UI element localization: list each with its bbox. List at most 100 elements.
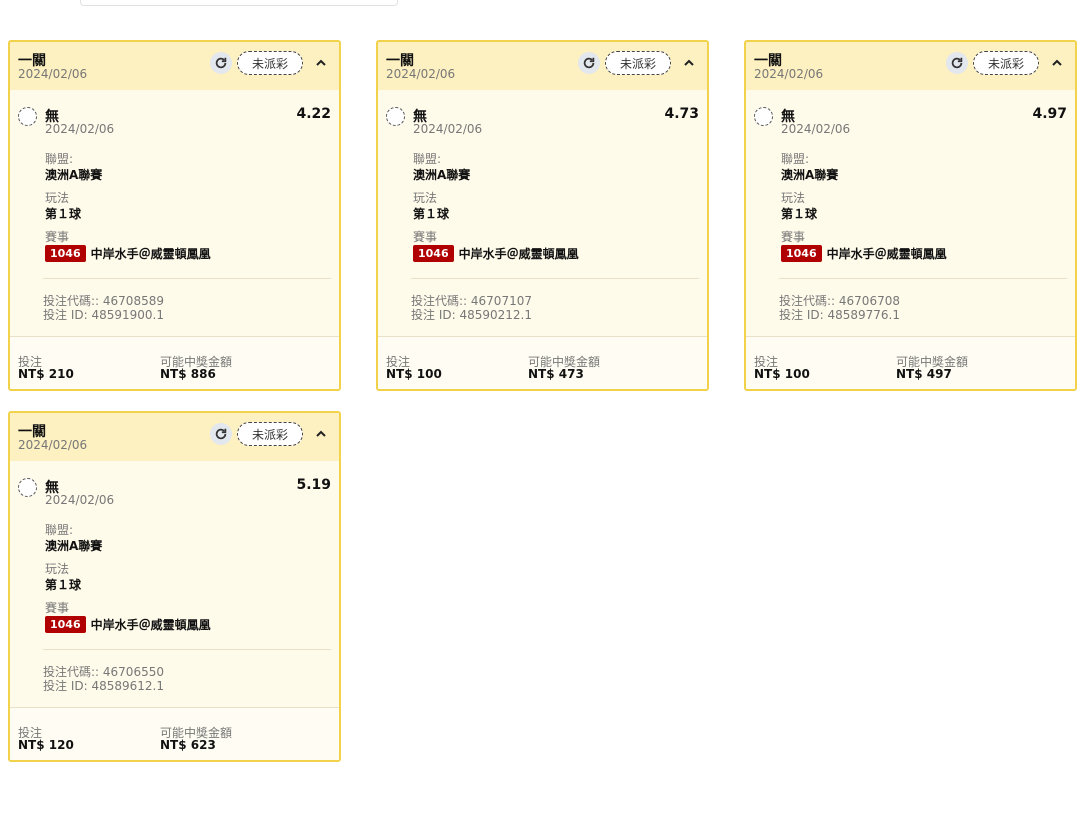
divider: [779, 278, 1067, 279]
bet-card-header: 一關 2024/02/06 未派彩: [10, 413, 339, 461]
selection-date: 2024/02/06: [45, 493, 115, 507]
event-id-badge: 1046: [781, 245, 822, 262]
event-name: 中岸水手＠威靈頓鳳凰: [90, 618, 211, 632]
potential-win-value: NT$ 623: [160, 738, 216, 752]
league-value: 澳洲A聯賽: [45, 539, 103, 553]
bet-card: 一關 2024/02/06 未派彩 無 4.73 2024/02/06 聯盟: …: [376, 40, 709, 391]
event-label: 賽事: [45, 230, 70, 244]
collapse-button[interactable]: [310, 52, 332, 74]
bet-card-body: 無 4.73 2024/02/06 聯盟: 澳洲A聯賽 玩法 第１球 賽事 10…: [378, 90, 707, 336]
bet-card-footer: 投注 NT$ 120 可能中獎金額 NT$ 623: [10, 707, 339, 760]
bet-id: 投注 ID: 48590212.1: [411, 308, 532, 322]
status-badge: 未派彩: [237, 422, 303, 446]
play-type-label: 玩法: [45, 191, 70, 205]
selection-radio[interactable]: [386, 107, 405, 126]
status-badge: 未派彩: [973, 51, 1039, 75]
search-input[interactable]: [80, 0, 398, 6]
collapse-button[interactable]: [678, 52, 700, 74]
potential-win-value: NT$ 497: [896, 367, 952, 381]
stake-value: NT$ 120: [18, 738, 74, 752]
play-type-label: 玩法: [781, 191, 806, 205]
bet-card-footer: 投注 NT$ 100 可能中獎金額 NT$ 497: [746, 336, 1075, 389]
stake-value: NT$ 210: [18, 367, 74, 381]
refresh-icon: [583, 57, 595, 69]
league-label: 聯盟:: [45, 152, 74, 166]
refresh-button[interactable]: [210, 423, 232, 445]
bet-date: 2024/02/06: [754, 67, 824, 81]
selection-radio[interactable]: [754, 107, 773, 126]
bet-id: 投注 ID: 48589612.1: [43, 679, 164, 693]
collapse-button[interactable]: [310, 423, 332, 445]
collapse-button[interactable]: [1046, 52, 1068, 74]
league-value: 澳洲A聯賽: [45, 168, 103, 182]
bet-card: 一關 2024/02/06 未派彩 無 5.19 2024/02/06 聯盟: …: [8, 411, 341, 762]
refresh-icon: [951, 57, 963, 69]
selection-date: 2024/02/06: [781, 122, 851, 136]
play-type-value: 第１球: [45, 207, 82, 221]
stake-value: NT$ 100: [386, 367, 442, 381]
chevron-up-icon: [316, 430, 326, 437]
odds-value: 4.22: [296, 106, 331, 122]
odds-value: 5.19: [296, 477, 331, 493]
stake-value: NT$ 100: [754, 367, 810, 381]
bet-card-body: 無 4.97 2024/02/06 聯盟: 澳洲A聯賽 玩法 第１球 賽事 10…: [746, 90, 1075, 336]
refresh-icon: [215, 57, 227, 69]
refresh-button[interactable]: [946, 52, 968, 74]
league-label: 聯盟:: [413, 152, 442, 166]
league-value: 澳洲A聯賽: [413, 168, 471, 182]
status-badge: 未派彩: [605, 51, 671, 75]
bet-card-body: 無 4.22 2024/02/06 聯盟: 澳洲A聯賽 玩法 第１球 賽事 10…: [10, 90, 339, 336]
event-label: 賽事: [413, 230, 438, 244]
divider: [43, 278, 331, 279]
event-row: 1046 中岸水手＠威靈頓鳳凰: [45, 245, 211, 262]
event-name: 中岸水手＠威靈頓鳳凰: [90, 247, 211, 261]
bet-date: 2024/02/06: [18, 67, 88, 81]
divider: [411, 278, 699, 279]
event-id-badge: 1046: [45, 245, 86, 262]
refresh-button[interactable]: [578, 52, 600, 74]
event-id-badge: 1046: [413, 245, 454, 262]
status-badge: 未派彩: [237, 51, 303, 75]
potential-win-value: NT$ 473: [528, 367, 584, 381]
event-row: 1046 中岸水手＠威靈頓鳳凰: [413, 245, 579, 262]
event-label: 賽事: [45, 601, 70, 615]
refresh-icon: [215, 428, 227, 440]
league-value: 澳洲A聯賽: [781, 168, 839, 182]
odds-value: 4.73: [664, 106, 699, 122]
chevron-up-icon: [1052, 59, 1062, 66]
event-row: 1046 中岸水手＠威靈頓鳳凰: [781, 245, 947, 262]
event-label: 賽事: [781, 230, 806, 244]
event-id-badge: 1046: [45, 616, 86, 633]
bet-date: 2024/02/06: [386, 67, 456, 81]
chevron-up-icon: [316, 59, 326, 66]
selection-radio[interactable]: [18, 107, 37, 126]
event-name: 中岸水手＠威靈頓鳳凰: [458, 247, 579, 261]
bet-card-footer: 投注 NT$ 100 可能中獎金額 NT$ 473: [378, 336, 707, 389]
bet-card-footer: 投注 NT$ 210 可能中獎金額 NT$ 886: [10, 336, 339, 389]
bet-date: 2024/02/06: [18, 438, 88, 452]
event-row: 1046 中岸水手＠威靈頓鳳凰: [45, 616, 211, 633]
play-type-label: 玩法: [413, 191, 438, 205]
odds-value: 4.97: [1032, 106, 1067, 122]
bet-card-header: 一關 2024/02/06 未派彩: [378, 42, 707, 90]
selection-date: 2024/02/06: [413, 122, 483, 136]
event-name: 中岸水手＠威靈頓鳳凰: [826, 247, 947, 261]
bet-card-header: 一關 2024/02/06 未派彩: [10, 42, 339, 90]
divider: [43, 649, 331, 650]
play-type-value: 第１球: [45, 578, 82, 592]
bet-id: 投注 ID: 48589776.1: [779, 308, 900, 322]
league-label: 聯盟:: [781, 152, 810, 166]
refresh-button[interactable]: [210, 52, 232, 74]
bet-card: 一關 2024/02/06 未派彩 無 4.97 2024/02/06 聯盟: …: [744, 40, 1077, 391]
bet-card-header: 一關 2024/02/06 未派彩: [746, 42, 1075, 90]
league-label: 聯盟:: [45, 523, 74, 537]
bet-id: 投注 ID: 48591900.1: [43, 308, 164, 322]
bet-card-body: 無 5.19 2024/02/06 聯盟: 澳洲A聯賽 玩法 第１球 賽事 10…: [10, 461, 339, 707]
bet-card: 一關 2024/02/06 未派彩 無 4.22 2024/02/06 聯盟: …: [8, 40, 341, 391]
selection-date: 2024/02/06: [45, 122, 115, 136]
chevron-up-icon: [684, 59, 694, 66]
selection-radio[interactable]: [18, 478, 37, 497]
play-type-label: 玩法: [45, 562, 70, 576]
play-type-value: 第１球: [413, 207, 450, 221]
play-type-value: 第１球: [781, 207, 818, 221]
